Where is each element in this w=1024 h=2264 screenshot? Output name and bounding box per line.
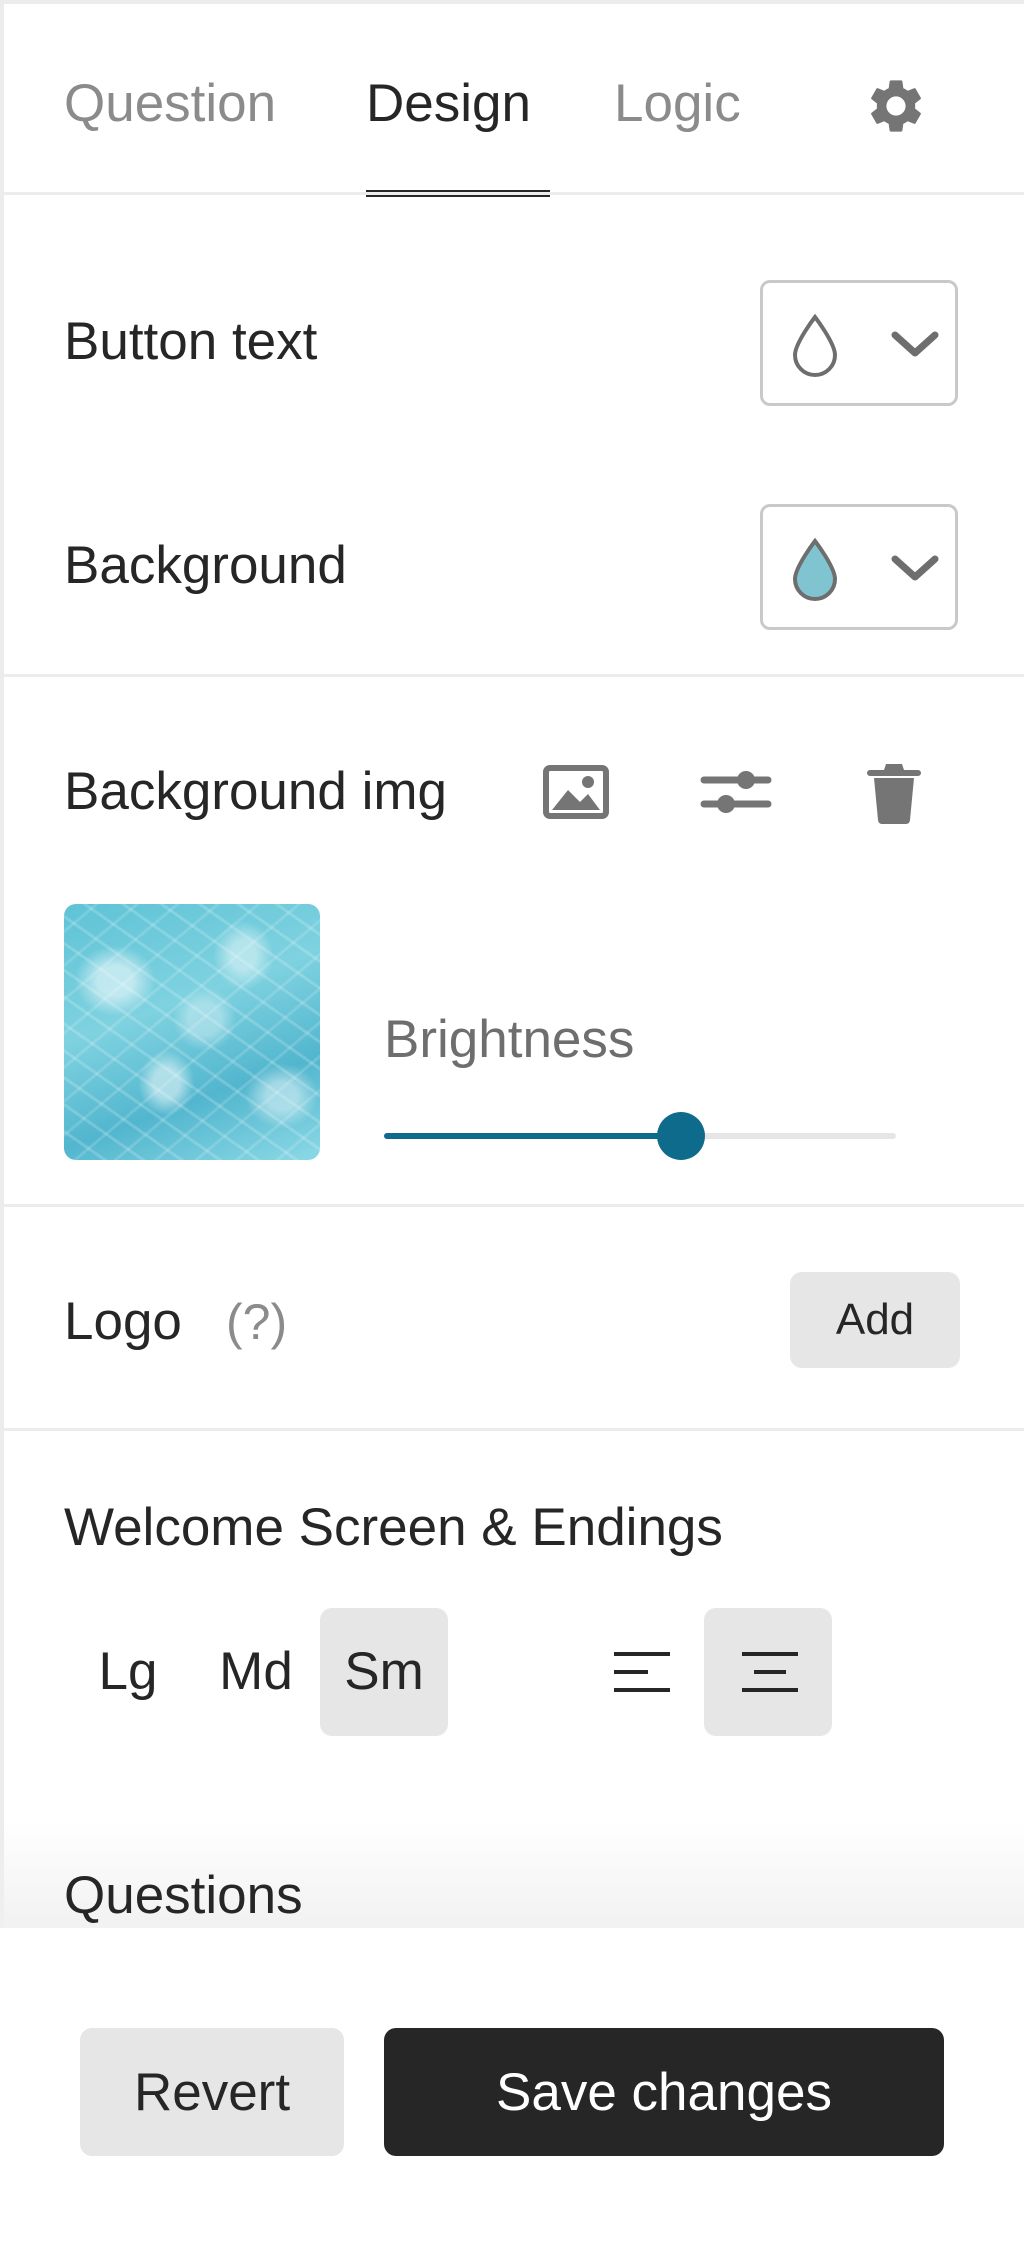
save-changes-button[interactable]: Save changes bbox=[384, 2028, 944, 2156]
droplet-icon bbox=[792, 313, 838, 377]
size-option-sm[interactable]: Sm bbox=[320, 1608, 448, 1736]
tab-question[interactable]: Question bbox=[64, 70, 276, 138]
revert-button[interactable]: Revert bbox=[80, 2028, 344, 2156]
brightness-label: Brightness bbox=[384, 1010, 635, 1069]
questions-title: Questions bbox=[64, 1866, 303, 1925]
chevron-down-icon bbox=[891, 331, 939, 357]
droplet-icon bbox=[792, 537, 838, 601]
chevron-down-icon bbox=[891, 555, 939, 581]
trash-icon[interactable] bbox=[854, 752, 934, 832]
background-image-thumbnail[interactable] bbox=[64, 904, 320, 1160]
gear-icon[interactable] bbox=[864, 74, 928, 138]
brightness-slider-handle[interactable] bbox=[656, 1112, 705, 1160]
background-color-picker[interactable] bbox=[760, 504, 958, 630]
button-text-color-picker[interactable] bbox=[760, 280, 958, 406]
align-left-icon[interactable] bbox=[576, 1608, 704, 1736]
logo-help[interactable]: (?) bbox=[226, 1288, 287, 1356]
tab-design[interactable]: Design bbox=[366, 70, 531, 138]
design-panel: Question Design Logic Button text Backgr… bbox=[0, 0, 1024, 2264]
background-label: Background bbox=[64, 536, 347, 595]
size-option-md[interactable]: Md bbox=[192, 1608, 320, 1736]
tab-bar: Question Design Logic bbox=[0, 4, 1024, 197]
align-center-icon[interactable] bbox=[704, 1608, 832, 1736]
welcome-screen-title: Welcome Screen & Endings bbox=[64, 1498, 723, 1557]
button-text-label: Button text bbox=[64, 312, 318, 371]
sliders-icon[interactable] bbox=[696, 752, 776, 832]
panel-left-border bbox=[0, 0, 4, 1928]
footer-actions: Revert Save changes bbox=[0, 1928, 1024, 2264]
divider bbox=[0, 1204, 1024, 1207]
image-icon[interactable] bbox=[536, 752, 616, 832]
background-img-label: Background img bbox=[64, 762, 447, 821]
logo-label: Logo bbox=[64, 1292, 182, 1351]
divider bbox=[0, 1428, 1024, 1431]
size-option-lg[interactable]: Lg bbox=[64, 1608, 192, 1736]
tab-logic[interactable]: Logic bbox=[614, 70, 741, 138]
brightness-slider[interactable] bbox=[384, 1112, 896, 1160]
add-logo-button[interactable]: Add bbox=[790, 1272, 960, 1368]
divider bbox=[0, 674, 1024, 677]
brightness-slider-fill bbox=[384, 1133, 681, 1139]
divider bbox=[0, 192, 1024, 195]
